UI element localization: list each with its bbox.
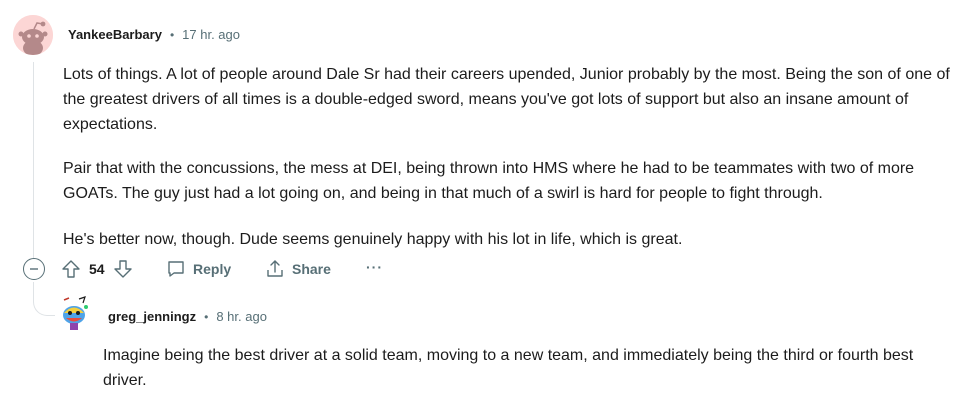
reply-avatar-icon xyxy=(55,293,95,333)
reply-thread-connector xyxy=(33,282,55,316)
comment-timestamp[interactable]: 17 hr. ago xyxy=(182,27,240,42)
meta-separator: • xyxy=(204,309,209,324)
more-options-button[interactable]: ··· xyxy=(366,259,383,275)
more-options-icon: ··· xyxy=(366,259,383,275)
comment-meta: YankeeBarbary • 17 hr. ago xyxy=(68,27,240,42)
downvote-button[interactable] xyxy=(113,259,133,279)
vote-controls: 54 xyxy=(61,259,133,279)
reply-username[interactable]: greg_jenningz xyxy=(108,309,196,324)
downvote-arrow-icon xyxy=(113,260,132,278)
share-icon xyxy=(267,260,283,277)
comment-username[interactable]: YankeeBarbary xyxy=(68,27,162,42)
reply-text: Imagine being the best driver at a solid… xyxy=(103,347,914,389)
reply-button[interactable]: Reply xyxy=(166,259,231,279)
share-button[interactable]: Share xyxy=(265,259,331,279)
reply-timestamp[interactable]: 8 hr. ago xyxy=(216,309,267,324)
collapse-thread-button[interactable] xyxy=(23,258,45,280)
comment-paragraph-3: He's better now, though. Dude seems genu… xyxy=(63,231,683,248)
reply-avatar[interactable] xyxy=(55,293,95,333)
comment-paragraph-1: Lots of things. A lot of people around D… xyxy=(63,66,950,133)
upvote-arrow-icon xyxy=(62,260,80,278)
avatar[interactable] xyxy=(13,15,53,55)
vote-score: 54 xyxy=(89,261,105,277)
thread-line[interactable] xyxy=(33,62,34,258)
meta-separator: • xyxy=(169,27,175,42)
upvote-button[interactable] xyxy=(61,259,81,279)
reply-label: Reply xyxy=(193,261,232,277)
comment-paragraph-2: Pair that with the concussions, the mess… xyxy=(63,160,915,202)
minus-icon xyxy=(30,268,38,270)
comment-bubble-icon xyxy=(168,261,184,277)
snoo-avatar-icon xyxy=(13,15,53,55)
share-label: Share xyxy=(292,261,331,277)
reply-meta: greg_jenningz • 8 hr. ago xyxy=(108,309,267,324)
